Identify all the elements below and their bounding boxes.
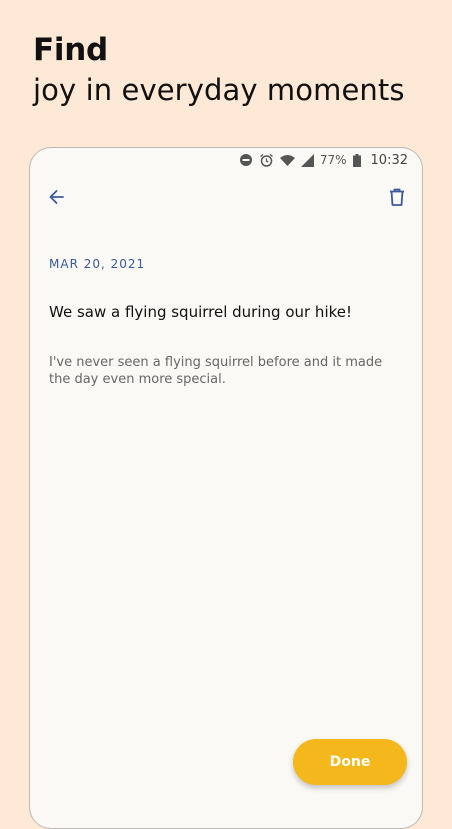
trash-icon (390, 188, 404, 206)
delete-button[interactable] (386, 186, 408, 208)
entry-body[interactable]: I've never seen a flying squirrel before… (49, 354, 402, 388)
done-button[interactable]: Done (293, 739, 407, 785)
clock: 10:32 (370, 152, 408, 168)
alarm-icon (259, 153, 273, 167)
back-button[interactable] (46, 186, 68, 208)
signal-icon (300, 153, 314, 167)
arrow-back-icon (49, 190, 64, 204)
battery-icon (352, 153, 361, 167)
do-not-disturb-icon (239, 154, 252, 166)
entry-date: MAR 20, 2021 (49, 257, 146, 271)
headline-bold: Find (33, 32, 108, 68)
headline-subtitle: joy in everyday moments (33, 73, 405, 107)
promo-headline: Find joy in everyday moments (33, 30, 405, 110)
wifi-icon (279, 154, 295, 166)
battery-percent: 77% (319, 153, 347, 167)
entry-title[interactable]: We saw a flying squirrel during our hike… (49, 303, 402, 321)
phone-frame: 77% 10:32 MAR 20, 2021 We saw a flying s… (29, 147, 423, 829)
status-bar: 77% 10:32 (30, 148, 422, 172)
